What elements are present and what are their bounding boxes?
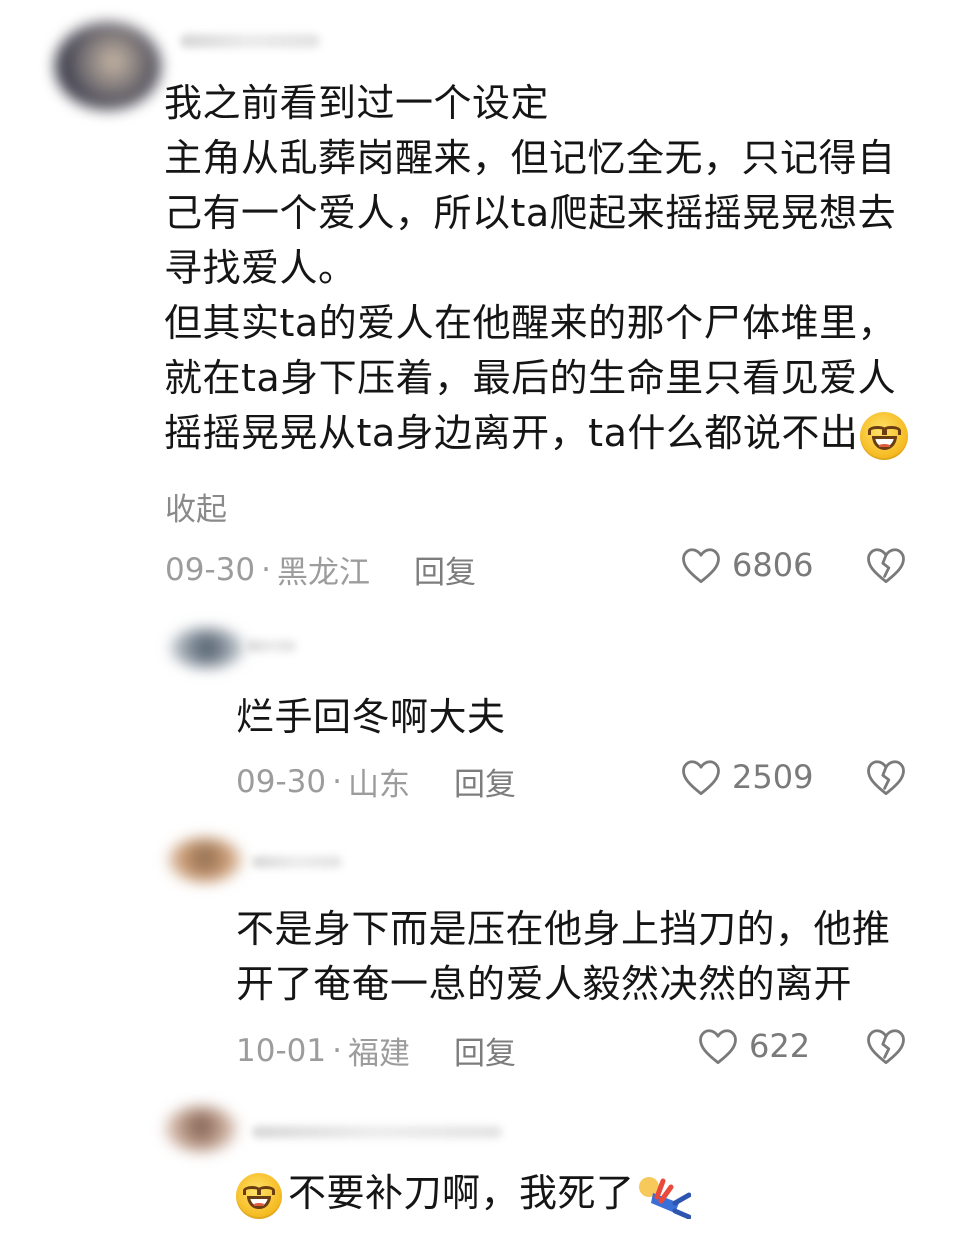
comment-meta: 09-30 · 山东 回复 (236, 759, 516, 804)
like-button[interactable]: 622 (697, 1026, 810, 1066)
like-button[interactable]: 6806 (680, 545, 813, 585)
collapse-link[interactable]: 收起 (165, 484, 227, 529)
comment-date: 09-30 (236, 763, 327, 800)
comment-location: 黑龙江 (276, 555, 370, 591)
comment-line: 不要补刀啊，我死了 (236, 1166, 692, 1221)
like-button[interactable]: 2509 (680, 757, 813, 797)
comment-location: 山东 (347, 767, 410, 803)
comment-line: 烂手回冬啊大夫 (236, 695, 506, 739)
like-count: 2509 (732, 758, 814, 796)
broken-heart-icon (867, 548, 905, 584)
comment-line: 开了奄奄一息的爱人毅然决然的离开 (236, 962, 853, 1006)
username-blurred[interactable] (252, 1126, 502, 1138)
avatar[interactable] (55, 22, 161, 110)
avatar[interactable] (170, 628, 244, 668)
grinning-sweat-emoji-icon (860, 411, 909, 460)
avatar[interactable] (165, 1106, 237, 1152)
comment-text: 不是身下而是压在他身上挡刀的，他推 开了奄奄一息的爱人毅然决然的离开 (236, 902, 891, 1012)
comment-date: 10-01 (236, 1032, 327, 1069)
comment-meta: 09-30 · 黑龙江 回复 (165, 547, 476, 592)
grinning-sweat-emoji-icon (236, 1172, 282, 1219)
comment-line-text: 不要补刀啊，我死了 (288, 1171, 635, 1215)
like-count: 622 (749, 1027, 811, 1065)
comment-line: 就在ta身下压着，最后的生命里只看见爱人 (164, 356, 897, 400)
comment-line: 主角从乱葬岗醒来，但记忆全无，只记得自 (164, 136, 896, 180)
comment-line: 但其实ta的爱人在他醒来的那个尸体堆里， (164, 301, 897, 345)
dislike-button[interactable] (865, 757, 907, 797)
reply-button[interactable]: 回复 (454, 1028, 516, 1073)
broken-heart-icon (867, 760, 905, 796)
comment-line: 不是身下而是压在他身上挡刀的，他推 (236, 907, 891, 951)
dislike-button[interactable] (865, 1026, 907, 1066)
reply-button[interactable]: 回复 (454, 759, 516, 804)
separator-dot: · (261, 551, 271, 588)
comment-meta: 10-01 · 福建 回复 (236, 1028, 516, 1073)
comment-text: 不要补刀啊，我死了 (236, 1166, 692, 1221)
separator-dot: · (332, 1032, 342, 1069)
comment-line: 摇摇晃晃从ta身边离开，ta什么都说不出 (164, 406, 909, 461)
avatar[interactable] (168, 838, 242, 882)
like-count: 6806 (732, 546, 814, 584)
heart-outline-icon (682, 548, 720, 584)
username-blurred[interactable] (246, 640, 296, 652)
username-blurred[interactable] (180, 34, 320, 48)
comment-date: 09-30 (165, 551, 256, 588)
comment-line: 我之前看到过一个设定 (164, 81, 550, 125)
username-blurred[interactable] (252, 856, 342, 868)
heart-outline-icon (699, 1029, 737, 1065)
reply-button[interactable]: 回复 (414, 547, 476, 592)
comment-text: 烂手回冬啊大夫 (236, 690, 506, 745)
comment-line-text: 摇摇晃晃从ta身边离开，ta什么都说不出 (164, 411, 859, 455)
comment-line: 寻找爱人。 (164, 246, 357, 290)
separator-dot: · (332, 763, 342, 800)
comment-text: 我之前看到过一个设定 主角从乱葬岗醒来，但记忆全无，只记得自 己有一个爱人，所以… (164, 76, 909, 461)
broken-heart-icon (867, 1029, 905, 1065)
heart-outline-icon (682, 760, 720, 796)
fallen-person-emoji-icon (635, 1173, 692, 1219)
comment-line: 己有一个爱人，所以ta爬起来摇摇晃晃想去 (164, 191, 897, 235)
comment-location: 福建 (347, 1036, 410, 1072)
dislike-button[interactable] (865, 545, 907, 585)
